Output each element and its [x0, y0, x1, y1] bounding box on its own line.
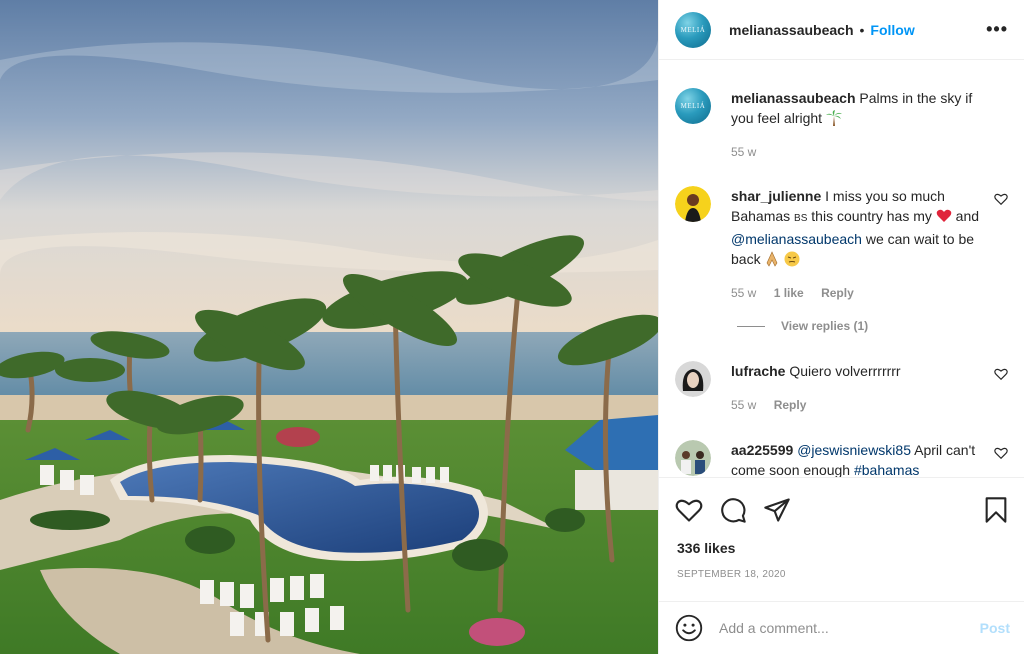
- post-header: MELIÁ melianassaubeach • Follow •••: [659, 0, 1024, 60]
- comment: aa225599 @jeswisniewski85 April can't co…: [675, 440, 1008, 477]
- comment-username[interactable]: shar_julienne: [731, 188, 821, 204]
- comment-icon[interactable]: [719, 496, 747, 524]
- caption: MELIÁ melianassaubeach Palms in the sky …: [675, 88, 1008, 162]
- comment-username[interactable]: lufrache: [731, 363, 785, 379]
- likes-count[interactable]: 336 likes: [677, 540, 735, 556]
- view-replies-label: View replies (1): [781, 319, 869, 333]
- comments-list[interactable]: MELIÁ melianassaubeach Palms in the sky …: [659, 60, 1024, 478]
- avatar[interactable]: MELIÁ: [675, 11, 711, 48]
- post-username[interactable]: melianassaubeach: [729, 22, 854, 38]
- comment-mention[interactable]: @jeswisniewski85: [797, 442, 911, 458]
- separator-dot: •: [859, 21, 865, 38]
- divider: [737, 325, 765, 327]
- praying-hands-icon: [767, 251, 778, 267]
- view-replies-button[interactable]: View replies (1): [737, 319, 868, 333]
- heart-icon[interactable]: [675, 496, 703, 524]
- caption-timestamp: 55 w: [731, 145, 757, 159]
- comment-timestamp: 55 w: [731, 398, 757, 412]
- comment-username[interactable]: aa225599: [731, 442, 793, 458]
- post-photo[interactable]: [0, 0, 658, 654]
- resort-pool-photo: [0, 0, 658, 654]
- comment-input[interactable]: [719, 620, 980, 636]
- comment-mention[interactable]: @melianassaubeach: [731, 231, 862, 247]
- brand-logo: MELIÁ: [680, 25, 706, 34]
- share-icon[interactable]: [763, 496, 791, 524]
- action-bar: [675, 490, 1010, 530]
- reply-button[interactable]: Reply: [821, 286, 854, 300]
- more-icon[interactable]: •••: [986, 19, 1008, 40]
- comment: shar_julienne I miss you so much Bahamas…: [675, 186, 1008, 303]
- post-sidebar: MELIÁ melianassaubeach • Follow ••• MELI…: [658, 0, 1024, 654]
- avatar[interactable]: [675, 440, 711, 476]
- caption-meta: 55 w: [731, 142, 993, 162]
- post-date[interactable]: SEPTEMBER 18, 2020: [677, 569, 786, 580]
- smiley-icon[interactable]: [675, 614, 703, 642]
- avatar[interactable]: [675, 186, 711, 222]
- flag-bs: BS: [794, 213, 808, 224]
- comment-hashtag[interactable]: #bahamas: [854, 462, 919, 477]
- add-comment-bar: Post: [659, 601, 1024, 654]
- red-heart-icon: [936, 209, 952, 222]
- comment-meta: 55 w 1 like Reply: [731, 283, 993, 303]
- heart-icon[interactable]: [994, 446, 1008, 460]
- avatar[interactable]: [675, 361, 711, 397]
- heart-icon[interactable]: [994, 367, 1008, 381]
- reply-button[interactable]: Reply: [774, 398, 807, 412]
- comment-text: this country has my: [811, 208, 932, 224]
- caption-username[interactable]: melianassaubeach: [731, 90, 856, 106]
- follow-button[interactable]: Follow: [870, 22, 914, 38]
- comment-likes[interactable]: 1 like: [774, 286, 804, 300]
- brand-logo: MELIÁ: [680, 102, 706, 110]
- bookmark-icon[interactable]: [982, 496, 1010, 524]
- comment-text: Quiero volverrrrrrr: [789, 363, 901, 379]
- comment-meta: 55 w Reply: [731, 395, 993, 415]
- heart-icon[interactable]: [994, 192, 1008, 206]
- comment: lufrache Quiero volverrrrrrr 55 w Reply: [675, 361, 1008, 415]
- comment-timestamp: 55 w: [731, 286, 757, 300]
- comment-text: and: [955, 208, 980, 224]
- avatar[interactable]: MELIÁ: [675, 88, 711, 124]
- palm-tree-icon: [825, 110, 842, 126]
- pensive-face-icon: [784, 251, 800, 267]
- post-button[interactable]: Post: [980, 620, 1010, 636]
